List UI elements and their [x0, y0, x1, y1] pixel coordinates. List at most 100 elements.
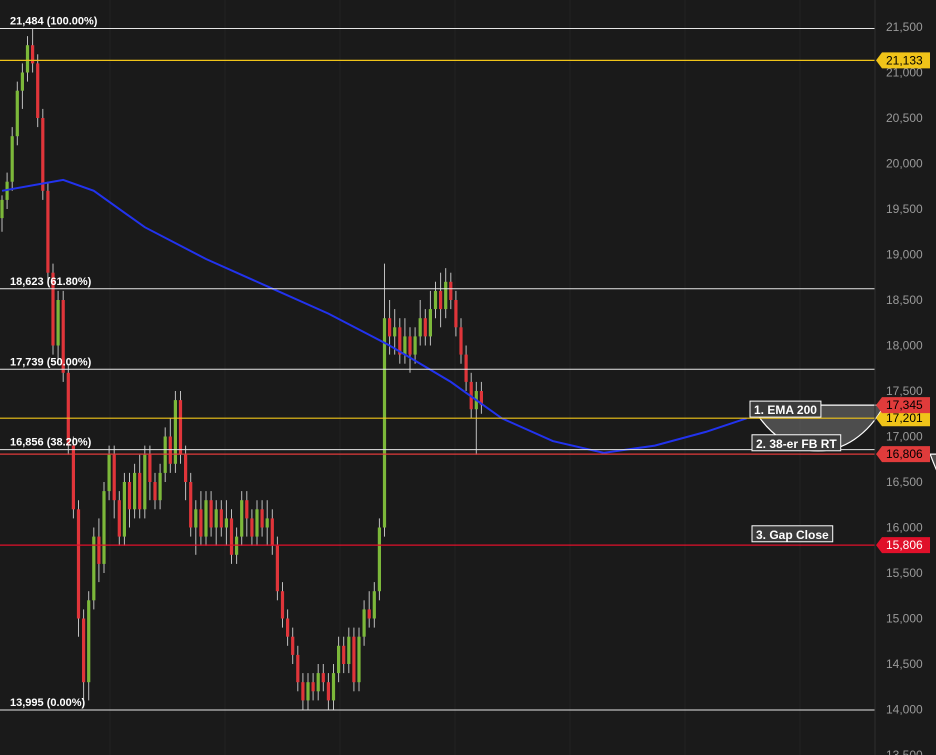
y-tick-8: 17,500: [886, 384, 923, 398]
candle-body-55: [280, 591, 285, 619]
price-badge-0-text: 21,133: [886, 53, 923, 67]
y-tick-16: 13,500: [886, 748, 923, 755]
y-tick-7: 18,000: [886, 339, 923, 353]
candle-body-35: [178, 400, 183, 455]
candle-body-23: [117, 500, 121, 537]
candle-body-5: [25, 45, 30, 73]
annotation-text-0: 1. EMA 200: [754, 403, 817, 417]
y-tick-10: 16,500: [886, 475, 923, 489]
candle-body-49: [250, 518, 254, 537]
candle-body-8: [41, 118, 45, 191]
candle-body-59: [301, 682, 305, 701]
annotation-0: 1. EMA 200: [749, 400, 822, 418]
annotation-2: 3. Gap Close: [751, 525, 834, 543]
candle-body-83: [423, 318, 427, 337]
candle-body-73: [372, 591, 376, 619]
candle-body-87: [444, 281, 448, 310]
candle-body-56: [286, 618, 290, 637]
y-tick-4: 19,500: [886, 202, 923, 216]
candle-body-65: [331, 673, 336, 701]
candle-body-80: [408, 336, 412, 355]
candlestick-chart: 21,484 (100.00%) 18,623 (61.80%) 17,739 (5…: [0, 0, 936, 755]
candle-body-63: [321, 673, 325, 683]
candle-body-7: [36, 63, 40, 118]
candle-body-17: [87, 600, 91, 683]
candle-body-90: [459, 327, 463, 355]
candle-body-42: [214, 509, 218, 528]
fib-label-2: 17,739 (50.00%): [10, 356, 92, 368]
candle-body-39: [199, 509, 203, 537]
price-badge-2-text: 16,806: [886, 447, 923, 461]
candle-body-37: [189, 482, 193, 528]
candle-body-27: [138, 472, 142, 510]
candle-body-30: [153, 482, 157, 501]
candle-body-69: [352, 636, 356, 683]
candle-body-13: [66, 372, 70, 446]
candle-body-21: [107, 454, 111, 492]
candle-body-45: [229, 518, 234, 555]
fib-label-0: 21,484 (100.00%): [10, 15, 98, 27]
candle-body-71: [362, 609, 366, 637]
candle-body-67: [342, 645, 346, 664]
candle-body-72: [367, 609, 371, 619]
candle-body-52: [265, 518, 269, 528]
candle-body-50: [255, 509, 259, 537]
price-badge-0: 21,133: [876, 52, 930, 69]
candle-body-91: [464, 354, 468, 382]
candle-body-41: [209, 500, 213, 528]
candle-body-66: [337, 645, 341, 674]
candle-body-29: [148, 454, 152, 482]
candle-body-11: [56, 300, 60, 346]
fib-label-4: 13,995 (0.00%): [10, 697, 86, 709]
candle-body-61: [311, 682, 315, 692]
candle-body-38: [194, 509, 198, 528]
candle-body-3: [15, 90, 19, 137]
candle-body-25: [127, 482, 132, 510]
candle-body-48: [245, 500, 249, 519]
candle-body-24: [122, 482, 126, 537]
candle-body-0: [0, 199, 4, 219]
fib-label-1: 18,623 (61.80%): [10, 276, 92, 288]
annotation-text-1: 2. 38-er FB RT: [756, 437, 837, 451]
y-tick-5: 19,000: [886, 248, 923, 262]
candle-body-9: [46, 190, 50, 273]
y-tick-3: 20,000: [886, 157, 923, 171]
y-tick-14: 14,500: [886, 657, 923, 671]
price-badge-2: 16,806: [876, 446, 930, 463]
candle-body-28: [143, 454, 147, 510]
y-tick-6: 18,500: [886, 293, 923, 307]
candle-body-44: [224, 518, 228, 528]
price-badge-3-text: 15,806: [886, 538, 923, 552]
candle-body-2: [10, 136, 14, 182]
candle-body-86: [439, 290, 443, 310]
candle-body-15: [76, 509, 81, 619]
candle-body-58: [296, 654, 300, 683]
price-badge-1-text: 17,201: [886, 411, 923, 425]
candle-body-22: [112, 454, 116, 501]
candle-body-26: [133, 472, 137, 510]
candle-body-64: [326, 682, 330, 701]
candle-body-62: [316, 673, 320, 692]
candle-body-14: [71, 445, 75, 510]
candle-body-85: [433, 290, 438, 310]
candle-body-51: [260, 509, 264, 528]
candle-body-77: [393, 327, 397, 337]
candle-body-20: [102, 491, 106, 564]
annotation-1: 2. 38-er FB RT: [751, 434, 842, 452]
candle-body-43: [219, 509, 223, 528]
candle-body-54: [275, 545, 279, 592]
last-price-badge: 17,345: [876, 397, 930, 414]
candle-body-88: [449, 281, 453, 300]
candle-body-81: [413, 336, 417, 355]
candle-body-75: [382, 318, 387, 528]
candle-body-68: [347, 636, 351, 664]
y-tick-15: 14,000: [886, 703, 923, 717]
candle-body-19: [97, 536, 101, 564]
candle-body-76: [388, 318, 392, 337]
candle-body-16: [82, 618, 86, 683]
candle-body-70: [357, 636, 361, 683]
candle-body-40: [204, 500, 208, 537]
candle-body-36: [184, 454, 188, 482]
annotation-text-2: 3. Gap Close: [756, 528, 829, 542]
candle-body-89: [454, 300, 458, 328]
